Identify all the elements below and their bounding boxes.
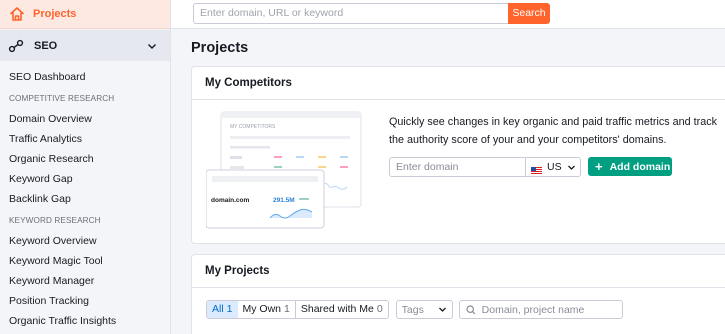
sidebar-section-label: SEO	[34, 39, 58, 52]
sidebar-item-keyword-magic-tool[interactable]: Keyword Magic Tool	[0, 251, 170, 271]
sidebar-menu: SEO Dashboard COMPETITIVE RESEARCH Domai…	[0, 61, 170, 331]
search-button[interactable]: Search	[508, 3, 550, 24]
home-icon	[8, 5, 26, 23]
sidebar-item-position-tracking[interactable]: Position Tracking	[0, 291, 170, 311]
competitors-illustration: MY COMPETITORS domain.com 291.5M	[205, 110, 364, 232]
filter-count: 0	[376, 303, 383, 315]
sidebar: Projects SEO SEO Dashboard COMPETITIVE R…	[0, 0, 171, 334]
seo-icon	[8, 38, 24, 54]
sidebar-section-heading: COMPETITIVE RESEARCH	[9, 94, 115, 103]
add-domain-button[interactable]: + Add domain	[588, 157, 672, 176]
ownership-filter: All 1 My Own 1 Shared with Me 0	[206, 300, 389, 319]
filter-count: 1	[226, 303, 233, 315]
competitors-card: My Competitors MY COMPETITORS domain.com…	[191, 66, 725, 244]
sidebar-item-traffic-analytics[interactable]: Traffic Analytics	[0, 129, 170, 149]
sidebar-item-seo-dashboard[interactable]: SEO Dashboard	[0, 67, 170, 87]
sidebar-item-organic-traffic-insights[interactable]: Organic Traffic Insights	[0, 311, 170, 331]
sidebar-item-keyword-gap[interactable]: Keyword Gap	[0, 169, 170, 189]
sidebar-item-label: Projects	[33, 8, 77, 20]
chevron-down-icon	[146, 40, 158, 52]
illustration-metric: 291.5M	[273, 197, 295, 204]
card-title: My Competitors	[192, 67, 725, 100]
tags-placeholder: Tags	[401, 303, 424, 316]
filter-my-own[interactable]: My Own 1	[237, 301, 296, 318]
sidebar-item-organic-research[interactable]: Organic Research	[0, 149, 170, 169]
us-flag-icon	[531, 163, 542, 175]
filter-label: My Own	[242, 303, 282, 315]
project-search-input[interactable]: Domain, project name	[458, 300, 623, 319]
page-title: Projects	[191, 40, 249, 56]
search-input[interactable]: Enter domain, URL or keyword	[193, 3, 509, 24]
sidebar-item-keyword-manager[interactable]: Keyword Manager	[0, 271, 170, 291]
card-title: My Projects	[192, 255, 725, 288]
sidebar-item-domain-overview[interactable]: Domain Overview	[0, 109, 170, 129]
top-bar: Enter domain, URL or keyword Search	[171, 0, 725, 29]
domain-input[interactable]: Enter domain	[389, 157, 526, 177]
plus-icon: +	[595, 159, 603, 174]
filter-shared-with-me[interactable]: Shared with Me 0	[295, 301, 388, 318]
sidebar-item-projects[interactable]: Projects	[0, 0, 170, 29]
illustration-header: MY COMPETITORS	[230, 124, 276, 130]
competitors-description: Quickly see changes in key organic and p…	[389, 116, 718, 146]
country-label: US	[547, 161, 562, 173]
tags-select[interactable]: Tags	[395, 300, 453, 319]
sidebar-section-seo[interactable]: SEO	[0, 30, 170, 61]
project-search-placeholder: Domain, project name	[481, 303, 585, 316]
add-domain-label: Add domain	[609, 160, 671, 173]
project-filters: All 1 My Own 1 Shared with Me 0 Tags Domain…	[206, 300, 623, 319]
filter-count: 1	[284, 303, 290, 315]
sidebar-item-keyword-overview[interactable]: Keyword Overview	[0, 231, 170, 251]
country-select[interactable]: US	[526, 157, 581, 177]
sidebar-item-backlink-gap[interactable]: Backlink Gap	[0, 189, 170, 209]
search-icon	[466, 304, 476, 315]
filter-label: Shared with Me	[300, 303, 374, 315]
sidebar-section-heading: KEYWORD RESEARCH	[9, 216, 101, 225]
projects-card: My Projects All 1 My Own 1 Shared with Me 0…	[191, 254, 725, 334]
illustration-domain: domain.com	[211, 197, 250, 204]
filter-all[interactable]: All 1	[206, 301, 239, 318]
chevron-down-icon	[438, 305, 447, 314]
chevron-down-icon	[567, 163, 576, 172]
filter-label: All	[212, 303, 224, 315]
